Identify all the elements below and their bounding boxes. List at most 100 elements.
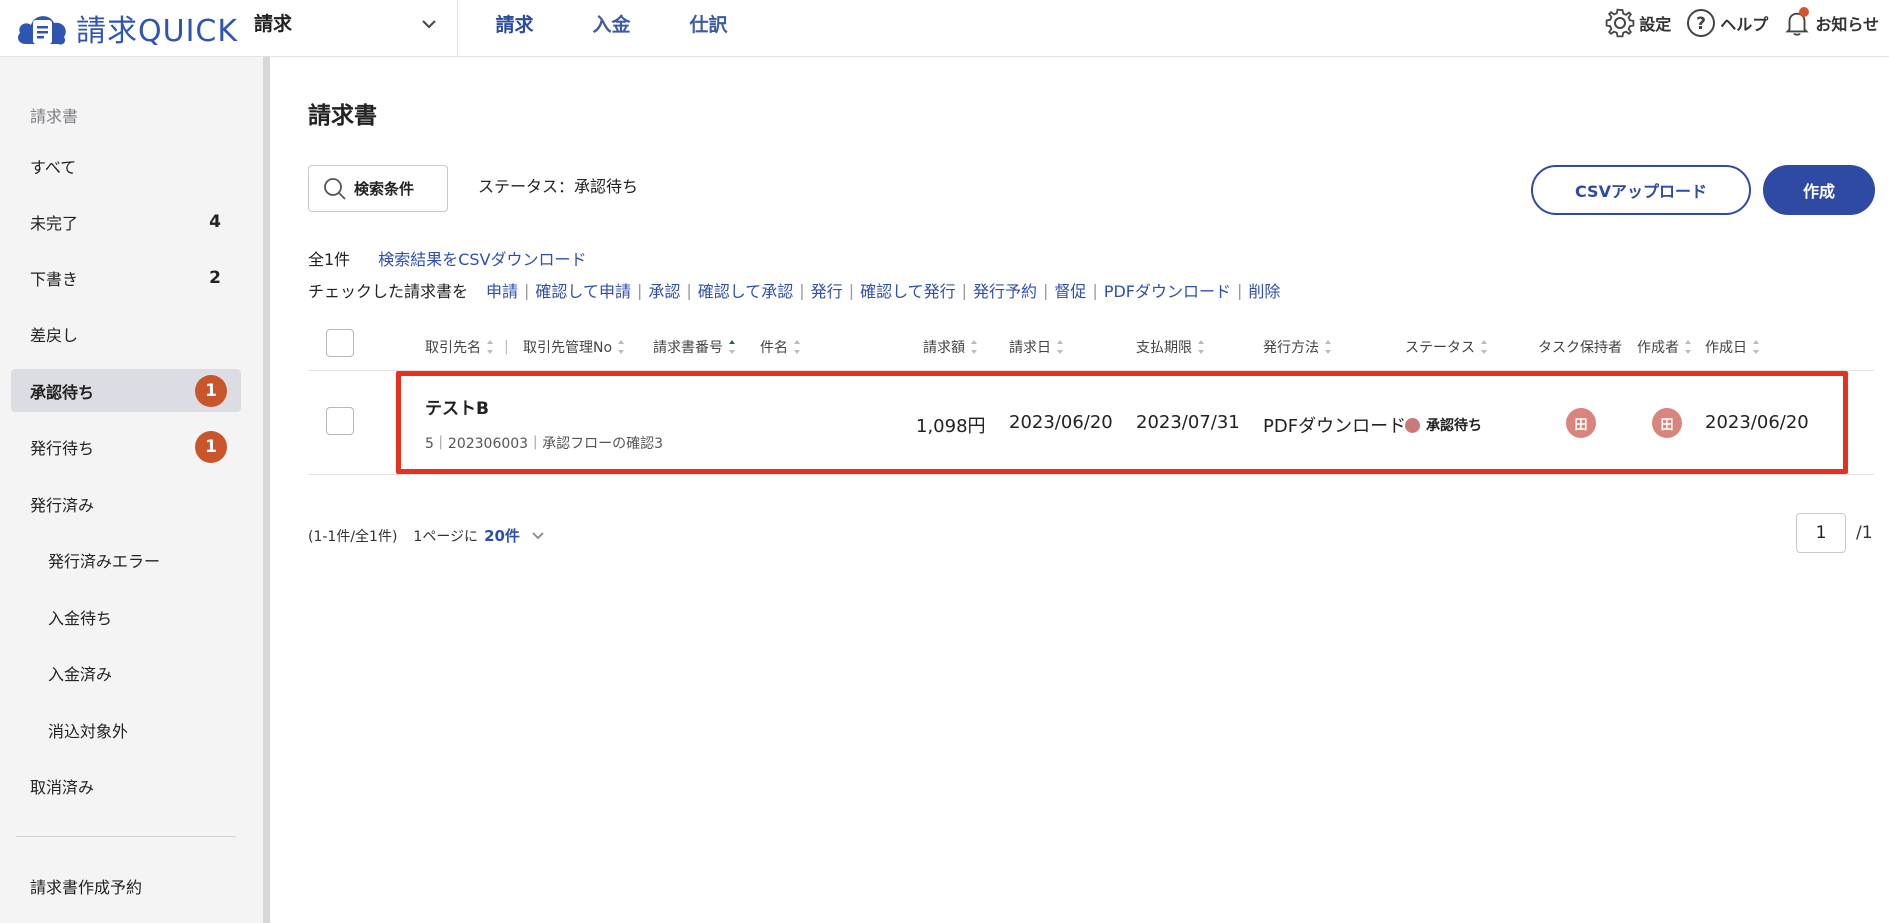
column-header-invoice-no[interactable]: 請求書番号: [653, 337, 736, 357]
sidebar-item-returned[interactable]: 差戻し: [11, 312, 241, 355]
help-link[interactable]: ? ヘルプ: [1685, 7, 1768, 39]
row-amount: 1,098円: [916, 416, 986, 437]
total-count: 全1件: [308, 250, 351, 269]
top-nav: 請求 入金 仕訳: [466, 0, 757, 57]
sidebar-item-cancelled[interactable]: 取消済み: [11, 764, 241, 807]
column-header-creator[interactable]: 作成者: [1637, 337, 1692, 357]
column-header-task-holder: タスク保持者: [1538, 337, 1622, 357]
per-page-select[interactable]: 20件: [484, 525, 520, 546]
action-schedule-issue[interactable]: 発行予約: [973, 278, 1037, 302]
sidebar-item-label: 入金待ち: [48, 608, 113, 628]
notifications-label: お知らせ: [1815, 15, 1879, 34]
notifications-link[interactable]: お知らせ: [1782, 7, 1879, 39]
action-reminder[interactable]: 督促: [1054, 278, 1086, 302]
column-label: 請求日: [1009, 340, 1051, 356]
action-pdf-download[interactable]: PDFダウンロード: [1104, 278, 1231, 302]
sidebar-item-awaiting-issue[interactable]: 発行待ち 1: [11, 425, 241, 468]
sidebar-item-incomplete[interactable]: 未完了 4: [11, 200, 241, 243]
column-header-amount[interactable]: 請求額: [923, 337, 978, 357]
sort-icon: [1325, 340, 1332, 354]
column-header-subject[interactable]: 件名: [760, 337, 801, 357]
sidebar-heading: 請求書: [30, 107, 79, 126]
action-apply[interactable]: 申請: [486, 278, 518, 302]
status-dot: [1405, 417, 1420, 433]
column-header-client[interactable]: 取引先名 |: [425, 337, 513, 357]
column-label: 請求書番号: [653, 340, 723, 356]
sidebar-item-issued[interactable]: 発行済み: [11, 482, 241, 525]
settings-link[interactable]: 設定: [1604, 7, 1671, 39]
select-all-checkbox[interactable]: [326, 329, 354, 357]
create-button[interactable]: 作成: [1763, 165, 1875, 215]
row-meta: 5｜202306003｜承認フローの確認3: [425, 436, 663, 452]
sidebar-item-label: 取消済み: [30, 777, 95, 797]
top-header: 請求QUICK 請求 請求 入金 仕訳 設定 ? ヘルプ お知らせ: [0, 0, 1889, 57]
page-number-input[interactable]: 1: [1796, 513, 1846, 553]
status-badge: 承認待ち: [1405, 415, 1482, 435]
column-header-due-date[interactable]: 支払期限: [1136, 337, 1205, 357]
sidebar-item-all[interactable]: すべて: [11, 144, 241, 187]
sort-icon: [971, 340, 978, 354]
app-selector[interactable]: 請求: [254, 0, 458, 57]
column-label: 取引先名: [425, 340, 481, 356]
search-conditions-button[interactable]: 検索条件: [308, 165, 448, 212]
sidebar-divider: [16, 836, 236, 837]
sidebar-item-badge: 1: [195, 430, 227, 463]
row-created-date: 2023/06/20: [1705, 412, 1809, 433]
app-selector-label: 請求: [254, 13, 293, 35]
action-confirm-apply[interactable]: 確認して申請: [535, 278, 631, 302]
tab-journal[interactable]: 仕訳: [660, 0, 757, 57]
csv-upload-button[interactable]: CSVアップロード: [1531, 165, 1751, 215]
action-confirm-issue[interactable]: 確認して発行: [860, 278, 956, 302]
sort-icon: [1481, 340, 1488, 354]
sidebar-item-label: 発行済み: [30, 495, 95, 515]
table-row[interactable]: テストB 5｜202306003｜承認フローの確認3 1,098円 2023/0…: [308, 372, 1874, 475]
action-confirm-approve[interactable]: 確認して承認: [698, 278, 794, 302]
app-logo[interactable]: 請求QUICK: [14, 6, 238, 50]
status-filter-text: ステータス：承認待ち: [478, 177, 639, 196]
sidebar-item-count: 2: [209, 267, 221, 288]
sidebar-item-draft[interactable]: 下書き 2: [11, 256, 241, 299]
action-delete[interactable]: 削除: [1248, 278, 1280, 302]
sidebar-item-issued-error[interactable]: 発行済みエラー: [11, 538, 241, 581]
row-client-name: テストB: [425, 399, 489, 419]
column-label: 取引先管理No: [523, 340, 613, 356]
sidebar-item-badge: 1: [195, 374, 227, 407]
column-label: ステータス: [1405, 340, 1475, 356]
action-issue[interactable]: 発行: [811, 278, 843, 302]
column-header-client-no[interactable]: 取引先管理No: [523, 337, 625, 357]
sidebar-item-paid[interactable]: 入金済み: [11, 651, 241, 694]
tab-billing[interactable]: 請求: [466, 0, 563, 57]
row-issue-method: PDFダウンロード: [1263, 416, 1407, 437]
row-invoice-date: 2023/06/20: [1009, 412, 1113, 433]
help-icon: ?: [1687, 9, 1716, 37]
page-title: 請求書: [308, 103, 377, 129]
column-header-issue-method[interactable]: 発行方法: [1263, 337, 1332, 357]
row-checkbox[interactable]: [326, 407, 354, 435]
sidebar-item-excluded[interactable]: 消込対象外: [11, 708, 241, 751]
column-header-status[interactable]: ステータス: [1405, 337, 1488, 357]
column-label: 作成日: [1705, 340, 1747, 356]
sidebar-item-label: 消込対象外: [48, 721, 129, 741]
svg-text:?: ?: [1696, 14, 1706, 34]
column-label: 作成者: [1637, 340, 1679, 356]
result-count-line: 全1件 検索結果をCSVダウンロード: [308, 246, 586, 270]
column-header-invoice-date[interactable]: 請求日: [1009, 337, 1064, 357]
creator-avatar: 田: [1652, 408, 1682, 438]
table-header: 取引先名 | 取引先管理No 請求書番号 件名 請求額 請求日 支払期限 発行方…: [308, 325, 1874, 371]
sidebar-item-awaiting-payment[interactable]: 入金待ち: [11, 595, 241, 638]
sort-icon: [1057, 340, 1064, 354]
sidebar-item-awaiting-approval[interactable]: 承認待ち 1: [11, 369, 241, 412]
csv-download-link[interactable]: 検索結果をCSVダウンロード: [378, 246, 586, 270]
action-approve[interactable]: 承認: [648, 278, 680, 302]
bell-wrap: [1782, 7, 1812, 39]
sidebar-item-scheduled[interactable]: 請求書作成予約: [11, 864, 241, 907]
status-label: 承認待ち: [1426, 418, 1482, 434]
chevron-down-icon[interactable]: [530, 528, 546, 544]
column-label: 件名: [760, 340, 788, 356]
tab-payment[interactable]: 入金: [563, 0, 660, 57]
sidebar-item-label: 発行済みエラー: [48, 551, 161, 571]
column-header-created-date[interactable]: 作成日: [1705, 337, 1760, 357]
sidebar-item-label: 下書き: [30, 269, 79, 289]
bulk-actions-lead: チェックした請求書を: [308, 282, 469, 301]
column-label: 支払期限: [1136, 340, 1192, 356]
